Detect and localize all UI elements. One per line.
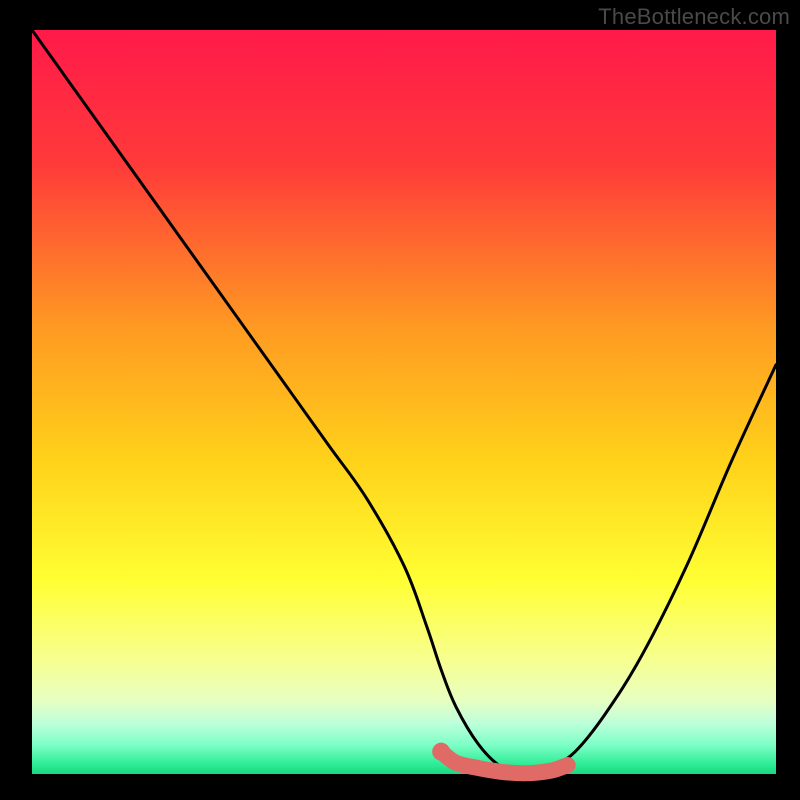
bottleneck-chart xyxy=(0,0,800,800)
plot-background xyxy=(32,30,776,774)
optimal-point-marker xyxy=(432,743,450,761)
chart-frame: TheBottleneck.com xyxy=(0,0,800,800)
watermark-text: TheBottleneck.com xyxy=(598,4,790,30)
